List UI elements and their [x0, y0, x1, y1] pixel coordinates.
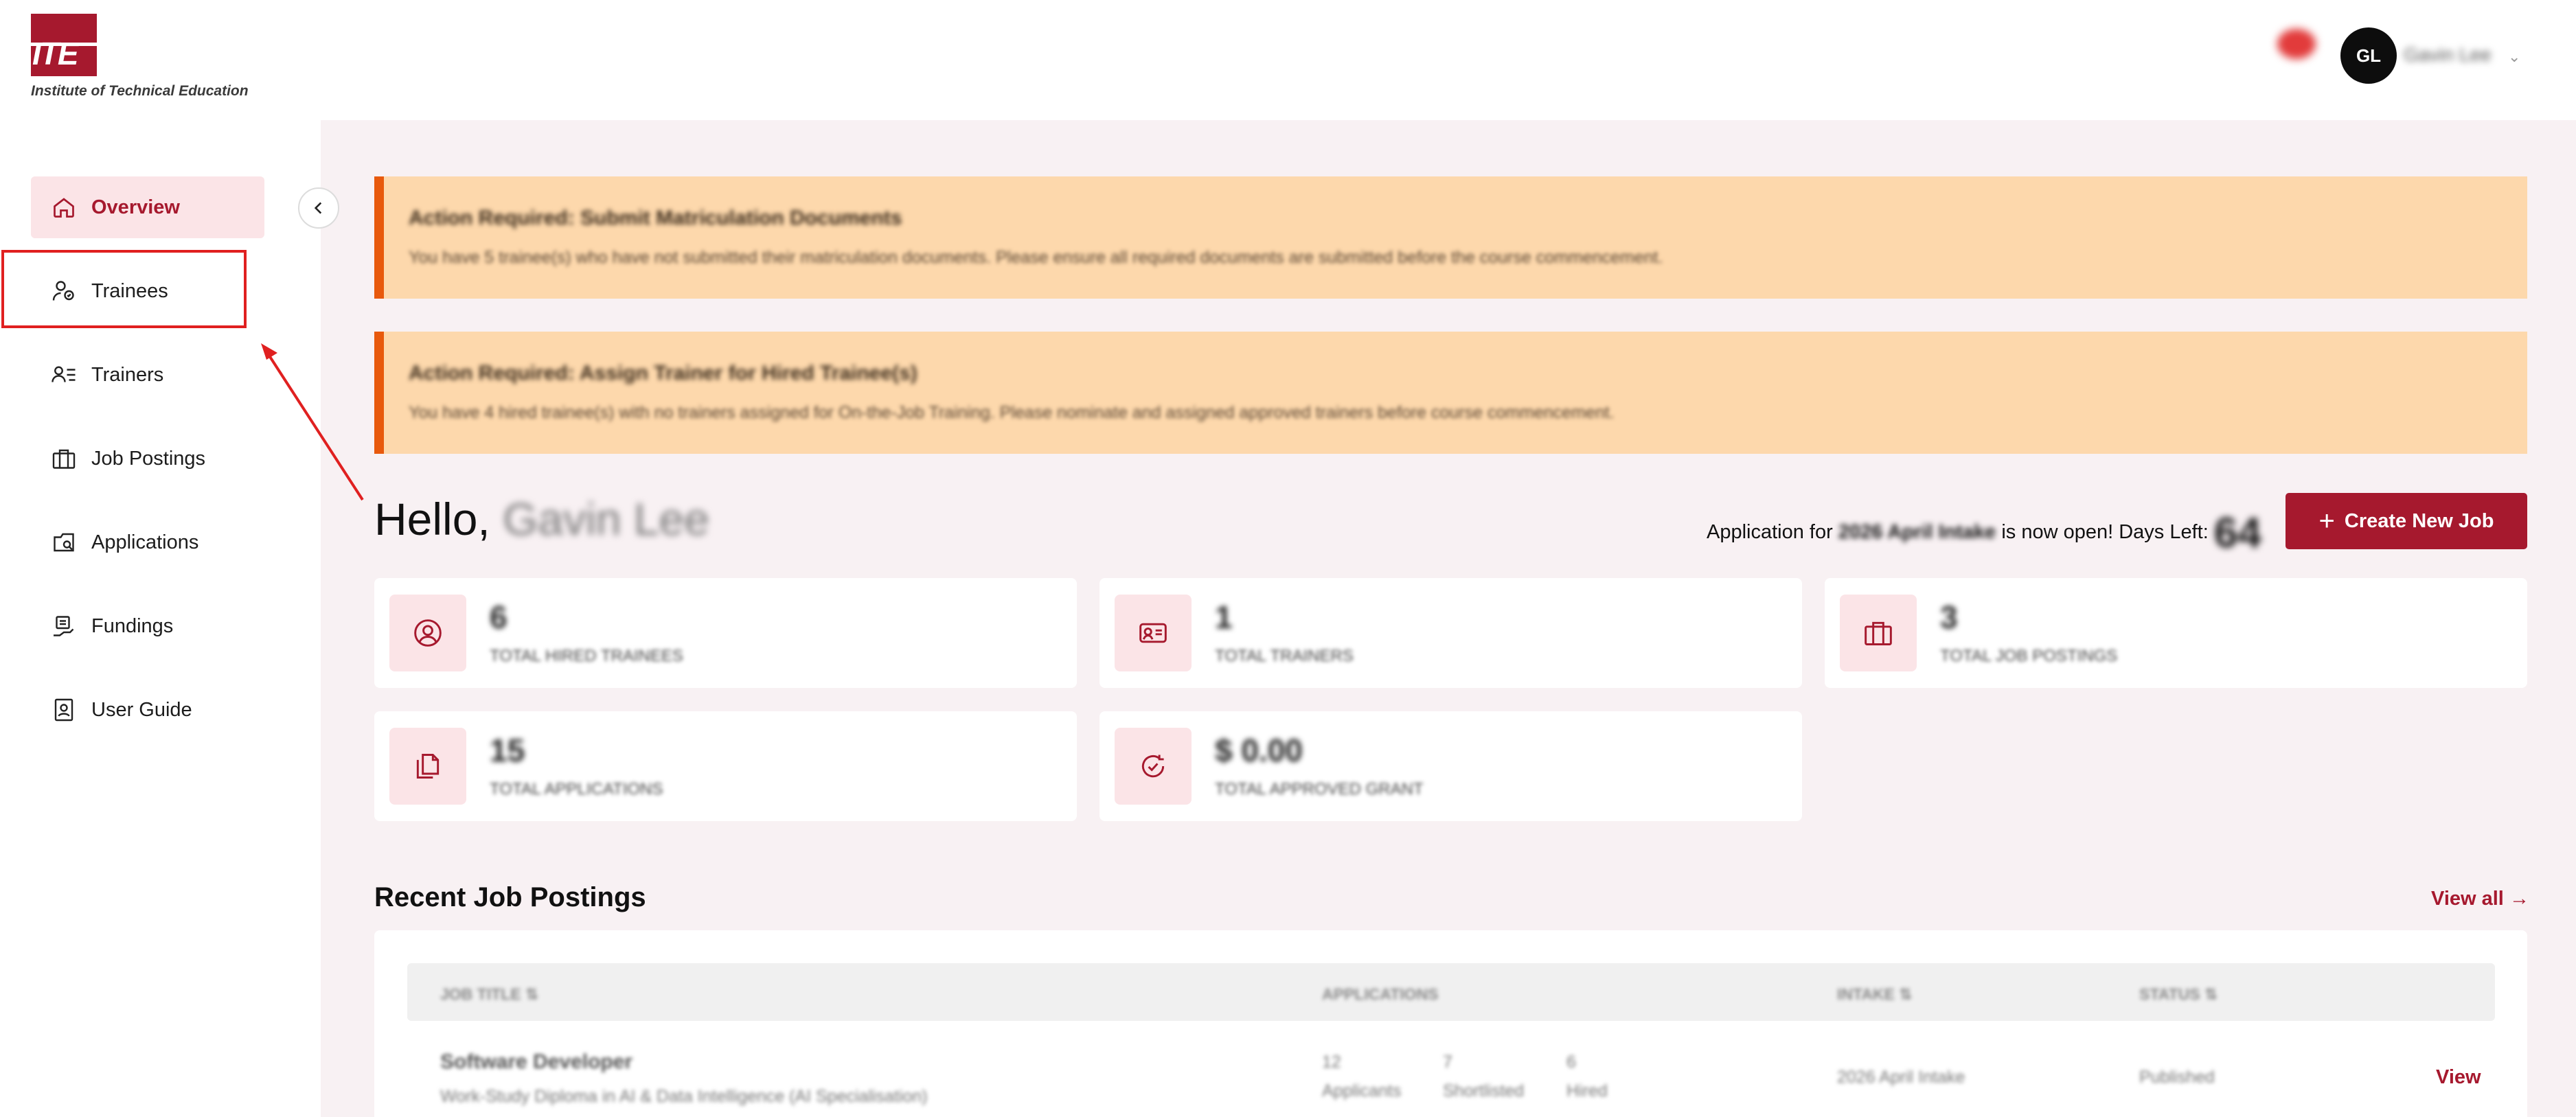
greeting: Hello, Gavin Lee: [374, 493, 709, 545]
alert-body: You have 5 trainee(s) who have not submi…: [409, 248, 1663, 267]
logo-letters: ITE: [32, 36, 79, 71]
table-header: JOB TITLE ⇅ APPLICATIONS INTAKE ⇅ STATUS…: [407, 963, 2495, 1021]
intake-prefix: Application for: [1707, 521, 1833, 544]
view-job-link[interactable]: View: [2436, 1066, 2481, 1089]
top-header: ITE Institute of Technical Education GL …: [0, 0, 2576, 120]
plus-icon: +: [2318, 505, 2335, 536]
shortlisted-count: 7: [1443, 1052, 1452, 1072]
sidebar-item-label: Applications: [91, 531, 199, 553]
stat-value: 15: [490, 733, 525, 768]
sidebar-item-applications[interactable]: Applications: [31, 511, 264, 573]
notification-icon[interactable]: [2277, 29, 2316, 59]
stat-label: TOTAL HIRED TRAINEES: [490, 647, 683, 665]
recent-jobs-table: JOB TITLE ⇅ APPLICATIONS INTAKE ⇅ STATUS…: [374, 930, 2527, 1117]
trainers-icon: [52, 362, 76, 387]
stat-card-applications: 15 TOTAL APPLICATIONS: [374, 711, 1077, 821]
job-intake: 2026 April Intake: [1837, 1068, 1965, 1087]
home-icon: [52, 195, 76, 220]
days-left: 64: [2213, 509, 2261, 557]
highlight-box: [1, 250, 247, 328]
recent-job-postings-title: Recent Job Postings: [374, 882, 646, 912]
fundings-icon: [52, 614, 76, 638]
sidebar-item-label: Trainers: [91, 363, 164, 386]
brand-name: Institute of Technical Education: [31, 83, 249, 99]
sidebar-item-user-guide[interactable]: User Guide: [31, 679, 264, 741]
column-header-applications: APPLICATIONS: [1322, 985, 1439, 1003]
stat-value: 1: [1215, 599, 1233, 635]
alert-title: Action Required: Submit Matriculation Do…: [409, 207, 902, 229]
briefcase-icon: [52, 446, 76, 471]
stat-value: $ 0.00: [1215, 733, 1303, 768]
job-title: Software Developer: [440, 1050, 633, 1073]
view-all-link[interactable]: View all →: [2431, 888, 2529, 910]
stat-label: TOTAL APPROVED GRANT: [1215, 780, 1424, 798]
job-course: Work-Study Diploma in AI & Data Intellig…: [440, 1087, 928, 1106]
sidebar-item-label: Overview: [91, 196, 180, 218]
collapse-sidebar-button[interactable]: [298, 187, 339, 229]
user-circle-icon: [389, 595, 466, 671]
sidebar-item-label: Job Postings: [91, 447, 206, 470]
shortlisted-label: Shortlisted: [1443, 1081, 1525, 1101]
column-header-intake[interactable]: INTAKE ⇅: [1837, 985, 1913, 1004]
stat-card-job-postings: 3 TOTAL JOB POSTINGS: [1825, 578, 2527, 688]
stat-label: TOTAL JOB POSTINGS: [1940, 647, 2118, 665]
applicants-count: 12: [1322, 1052, 1341, 1072]
sidebar-item-fundings[interactable]: Fundings: [31, 595, 264, 657]
create-new-job-label: Create New Job: [2344, 509, 2494, 532]
hired-label: Hired: [1566, 1081, 1608, 1101]
job-status: Published: [2139, 1068, 2215, 1087]
arrow-right-icon: →: [2509, 888, 2529, 910]
user-guide-icon: [52, 698, 76, 722]
create-new-job-button[interactable]: + Create New Job: [2286, 493, 2527, 549]
stat-value: 3: [1940, 599, 1958, 635]
column-header-job-title[interactable]: JOB TITLE ⇅: [440, 985, 538, 1004]
stat-label: TOTAL APPLICATIONS: [490, 780, 663, 798]
view-all-label: View all: [2431, 888, 2504, 910]
sidebar-item-label: Fundings: [91, 614, 174, 637]
intake-middle: is now open! Days Left:: [2001, 521, 2209, 544]
grant-icon: [1115, 728, 1192, 805]
intake-note: Application for 2026 April Intake is now…: [1707, 509, 2261, 557]
sidebar-item-job-postings[interactable]: Job Postings: [31, 428, 264, 490]
logo-mark: ITE: [31, 14, 97, 76]
id-card-icon: [1115, 595, 1192, 671]
user-name[interactable]: Gavin Lee: [2404, 44, 2492, 66]
applications-icon: [52, 530, 76, 555]
alert-assign-trainer: Action Required: Assign Trainer for Hire…: [374, 332, 2527, 454]
alert-title: Action Required: Assign Trainer for Hire…: [409, 362, 917, 384]
sidebar-item-overview[interactable]: Overview: [31, 176, 264, 238]
greeting-name: Gavin Lee: [503, 494, 709, 544]
stat-card-trainers: 1 TOTAL TRAINERS: [1099, 578, 1802, 688]
avatar[interactable]: GL: [2340, 27, 2397, 84]
chevron-down-icon[interactable]: ⌄: [2508, 48, 2520, 66]
stat-card-hired-trainees: 6 TOTAL HIRED TRAINEES: [374, 578, 1077, 688]
briefcase-icon: [1840, 595, 1917, 671]
chevron-left-icon: [314, 202, 322, 214]
hired-count: 6: [1566, 1052, 1576, 1072]
column-header-status[interactable]: STATUS ⇅: [2139, 985, 2218, 1004]
sidebar-item-label: User Guide: [91, 698, 192, 721]
ite-logo[interactable]: ITE Institute of Technical Education: [31, 14, 249, 100]
greeting-prefix: Hello,: [374, 494, 490, 544]
applicants-label: Applicants: [1322, 1081, 1402, 1101]
intake-name: 2026 April Intake: [1838, 521, 1996, 544]
documents-icon: [389, 728, 466, 805]
sidebar-item-trainers[interactable]: Trainers: [31, 344, 264, 406]
alert-body: You have 4 hired trainee(s) with no trai…: [409, 403, 1615, 422]
stat-card-approved-grant: $ 0.00 TOTAL APPROVED GRANT: [1099, 711, 1802, 821]
alert-matriculation: Action Required: Submit Matriculation Do…: [374, 176, 2527, 299]
stat-label: TOTAL TRAINERS: [1215, 647, 1354, 665]
stat-value: 6: [490, 599, 508, 635]
